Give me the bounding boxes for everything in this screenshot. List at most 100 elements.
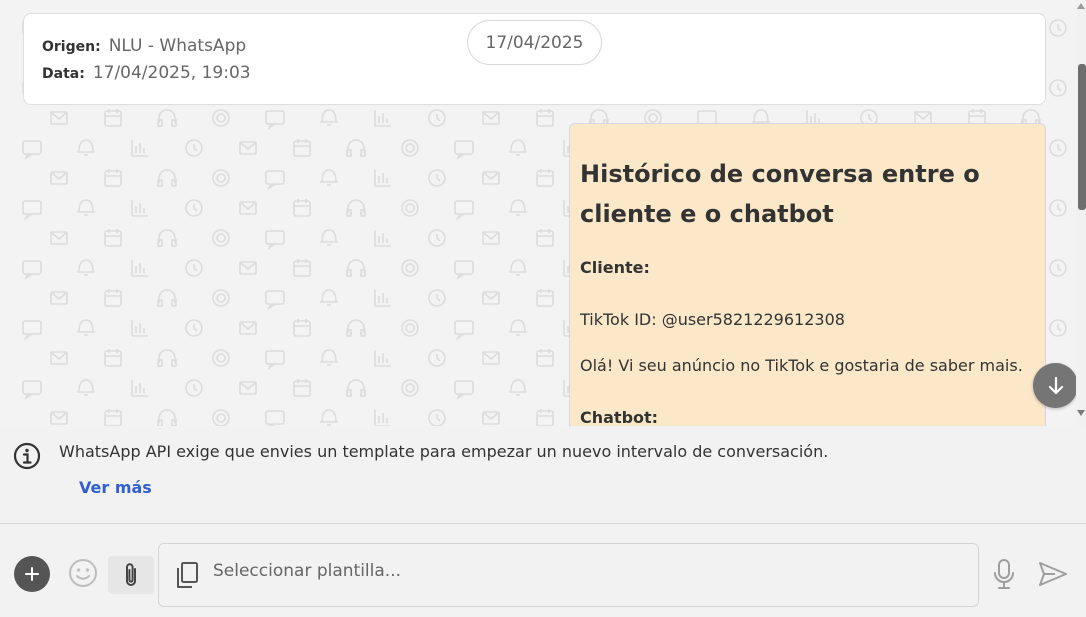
smiley-icon[interactable] bbox=[67, 557, 99, 589]
pattern-icon bbox=[454, 380, 474, 401]
pattern-icon bbox=[185, 319, 203, 337]
template-selector[interactable]: Seleccionar plantilla... bbox=[158, 543, 979, 607]
pattern-icon bbox=[77, 139, 95, 156]
date-value: 17/04/2025, 19:03 bbox=[92, 63, 251, 83]
pattern-icon bbox=[320, 349, 338, 366]
date-row: Data: 17/04/2025, 19:03 bbox=[42, 63, 1027, 90]
pattern-icon bbox=[212, 349, 230, 367]
pattern-icon bbox=[509, 259, 527, 276]
pattern-icon bbox=[374, 410, 391, 426]
pattern-icon bbox=[104, 409, 122, 426]
scroll-up-arrow-icon[interactable] bbox=[1077, 3, 1085, 9]
see-more-link[interactable]: Ver más bbox=[79, 478, 152, 498]
pattern-icon bbox=[509, 319, 527, 336]
pattern-icon bbox=[536, 229, 554, 247]
pattern-icon bbox=[454, 260, 474, 281]
scroll-down-arrow-icon[interactable] bbox=[1077, 410, 1085, 416]
pattern-icon bbox=[157, 169, 177, 187]
notice-text: WhatsApp API exige que envies un templat… bbox=[59, 442, 829, 461]
pattern-icon bbox=[320, 229, 338, 246]
pattern-icon bbox=[239, 381, 257, 395]
pattern-icon bbox=[293, 139, 311, 157]
pattern-icon bbox=[428, 229, 446, 247]
scroll-to-bottom-button[interactable] bbox=[1033, 363, 1076, 408]
date-label: Data: bbox=[42, 66, 85, 82]
pattern-icon bbox=[50, 111, 68, 125]
pattern-icon bbox=[104, 289, 122, 307]
info-icon bbox=[13, 442, 41, 470]
attach-button[interactable] bbox=[108, 556, 154, 594]
pattern-icon bbox=[104, 229, 122, 247]
pattern-icon bbox=[50, 291, 68, 305]
chatbot-label: Chatbot: bbox=[580, 408, 659, 426]
pattern-icon bbox=[1049, 79, 1067, 97]
pattern-icon bbox=[157, 349, 177, 367]
pattern-icon bbox=[454, 140, 474, 161]
microphone-icon[interactable] bbox=[990, 558, 1018, 590]
pattern-icon bbox=[157, 229, 177, 247]
pattern-icon bbox=[22, 200, 42, 221]
pattern-icon bbox=[536, 109, 554, 127]
template-placeholder: Seleccionar plantilla... bbox=[213, 561, 402, 581]
pattern-icon bbox=[239, 141, 257, 155]
pattern-icon bbox=[131, 200, 148, 217]
pattern-icon bbox=[157, 109, 177, 127]
client-message-text: Olá! Vi seu anúncio no TikTok e gostaria… bbox=[580, 356, 1023, 375]
pattern-icon bbox=[265, 230, 285, 251]
pattern-icon bbox=[77, 319, 95, 336]
pattern-icon bbox=[482, 171, 500, 185]
pattern-icon bbox=[428, 169, 446, 187]
pattern-icon bbox=[265, 110, 285, 131]
pattern-icon bbox=[293, 319, 311, 337]
pattern-icon bbox=[374, 290, 391, 307]
pattern-icon bbox=[293, 259, 311, 277]
message-composer: Seleccionar plantilla... bbox=[0, 525, 1086, 617]
copy-icon bbox=[177, 562, 198, 588]
pattern-icon bbox=[239, 201, 257, 215]
pattern-icon bbox=[482, 111, 500, 125]
message-bubble: Histórico de conversa entre o cliente e … bbox=[569, 123, 1046, 426]
pattern-icon bbox=[265, 170, 285, 191]
pattern-icon bbox=[346, 379, 366, 397]
send-icon[interactable] bbox=[1037, 560, 1069, 588]
client-label: Cliente: bbox=[580, 258, 650, 277]
plus-icon bbox=[25, 567, 39, 581]
pattern-icon bbox=[22, 380, 42, 401]
pattern-icon bbox=[212, 109, 230, 127]
pattern-icon bbox=[185, 139, 203, 157]
pattern-icon bbox=[374, 110, 391, 127]
pattern-icon bbox=[374, 350, 391, 367]
pattern-icon bbox=[22, 140, 42, 161]
paperclip-icon bbox=[126, 563, 136, 586]
pattern-icon bbox=[239, 321, 257, 335]
pattern-icon bbox=[185, 199, 203, 217]
pattern-icon bbox=[293, 379, 311, 397]
pattern-icon bbox=[1049, 199, 1067, 217]
pattern-icon bbox=[131, 260, 148, 277]
pattern-icon bbox=[104, 169, 122, 187]
pattern-icon bbox=[265, 410, 285, 426]
pattern-icon bbox=[104, 109, 122, 127]
scrollbar-thumb[interactable] bbox=[1078, 64, 1086, 210]
pattern-icon bbox=[346, 259, 366, 277]
pattern-icon bbox=[157, 289, 177, 307]
pattern-icon bbox=[346, 319, 366, 337]
pattern-icon bbox=[482, 291, 500, 305]
pattern-icon bbox=[131, 380, 148, 397]
pattern-icon bbox=[401, 259, 419, 277]
pattern-icon bbox=[50, 231, 68, 245]
pattern-icon bbox=[509, 379, 527, 396]
pattern-icon bbox=[374, 170, 391, 187]
pattern-icon bbox=[428, 349, 446, 367]
pattern-icon bbox=[482, 351, 500, 365]
pattern-icon bbox=[401, 379, 419, 397]
pattern-icon bbox=[401, 199, 419, 217]
date-separator-pill: 17/04/2025 bbox=[467, 20, 602, 65]
pattern-icon bbox=[157, 409, 177, 426]
pattern-icon bbox=[509, 139, 527, 156]
pattern-icon bbox=[482, 411, 500, 425]
pattern-icon bbox=[320, 289, 338, 306]
chat-area: Origen: NLU - WhatsApp Data: 17/04/2025,… bbox=[0, 0, 1076, 426]
pattern-icon bbox=[131, 140, 148, 157]
add-button[interactable] bbox=[14, 556, 50, 592]
